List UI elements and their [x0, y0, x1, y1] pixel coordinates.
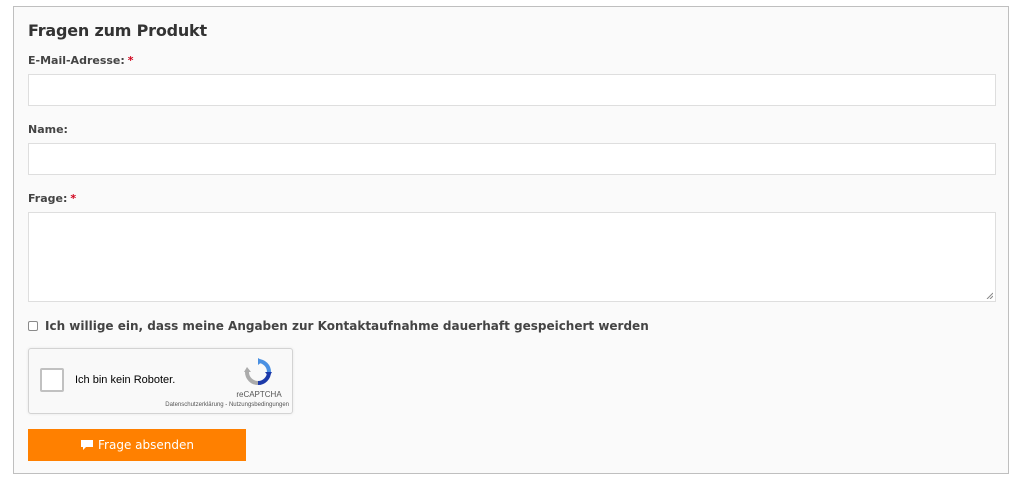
consent-checkbox[interactable] — [28, 321, 38, 331]
product-question-form: Fragen zum Produkt E-Mail-Adresse: * Name… — [13, 6, 1009, 474]
form-title: Fragen zum Produkt — [28, 21, 207, 40]
email-label-text: E-Mail-Adresse: — [28, 54, 125, 67]
recaptcha-widget: Ich bin kein Roboter. reCAPTCHA Datensch… — [28, 348, 293, 414]
email-field[interactable] — [28, 74, 996, 106]
consent-row: Ich willige ein, dass meine Angaben zur … — [28, 319, 649, 333]
recaptcha-brand: reCAPTCHA — [236, 390, 282, 399]
name-field[interactable] — [28, 143, 996, 175]
recaptcha-checkbox[interactable] — [40, 368, 64, 392]
recaptcha-logo-icon — [244, 358, 272, 385]
recaptcha-label: Ich bin kein Roboter. — [75, 374, 176, 386]
required-marker: * — [127, 54, 134, 67]
name-label: Name: — [28, 123, 68, 136]
question-label-text: Frage: — [28, 192, 68, 205]
recaptcha-links[interactable]: Datenschutzerklärung - Nutzungsbedingung… — [129, 402, 289, 408]
question-textarea[interactable] — [28, 212, 996, 302]
name-label-text: Name: — [28, 123, 68, 136]
resize-handle-icon[interactable] — [986, 292, 993, 299]
email-label: E-Mail-Adresse: * — [28, 54, 134, 67]
submit-label: Frage absenden — [98, 438, 194, 452]
question-label: Frage: * — [28, 192, 76, 205]
submit-question-button[interactable]: Frage absenden — [28, 429, 246, 461]
required-marker: * — [70, 192, 77, 205]
speech-bubble-icon — [81, 440, 94, 450]
consent-label: Ich willige ein, dass meine Angaben zur … — [45, 319, 649, 333]
